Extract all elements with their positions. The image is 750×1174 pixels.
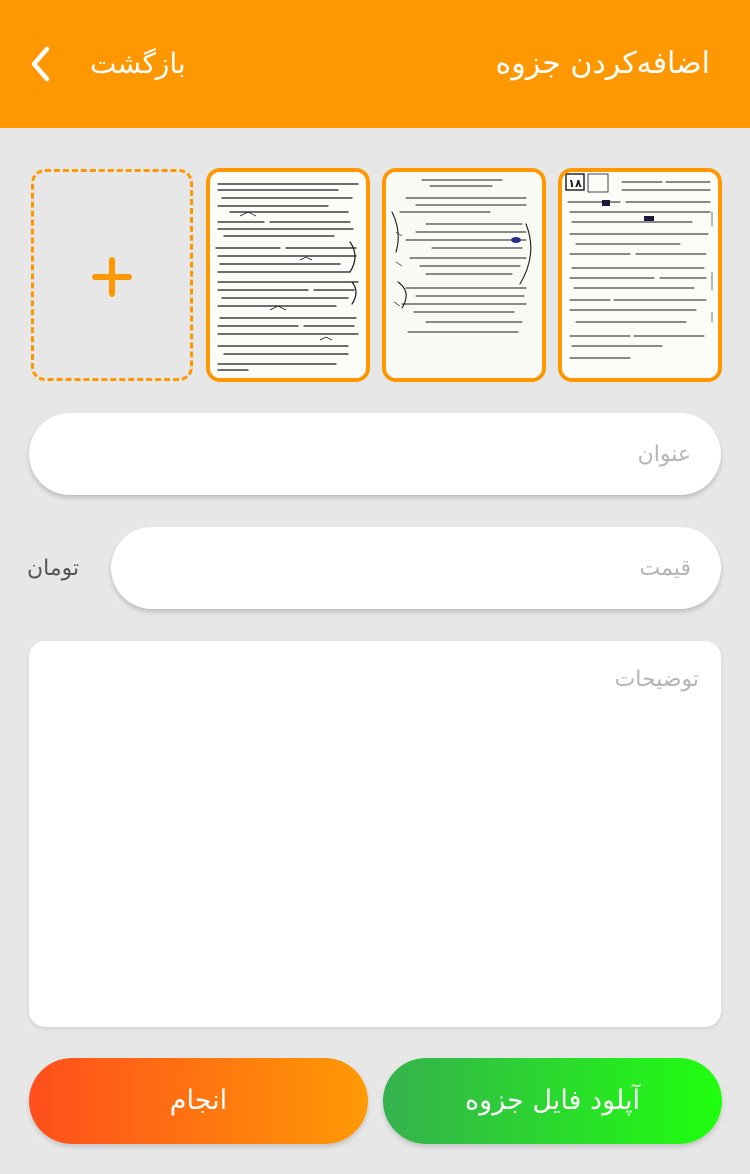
upload-file-button[interactable]: آپلود فایل جزوه [383,1058,722,1144]
notes-page-image [386,172,542,378]
add-image-button[interactable] [31,169,193,381]
notes-page-thumbnail[interactable] [382,168,546,382]
title-input[interactable] [29,413,721,495]
notes-page-thumbnail[interactable]: ۱۸ [558,168,722,382]
title-field-container [29,413,721,495]
chevron-left-icon [30,46,50,82]
description-textarea[interactable] [29,641,721,1027]
app-bar: بازگشت اضافه‌کردن جزوه [0,0,750,128]
page-title: اضافه‌کردن جزوه [495,46,710,81]
notes-page-image [210,172,366,378]
page-number-badge: ۱۸ [568,177,582,190]
back-button[interactable]: بازگشت [30,36,186,92]
notes-page-thumbnail[interactable] [206,168,370,382]
notes-page-image: ۱۸ [562,172,718,378]
price-input[interactable] [111,527,721,609]
currency-label: تومان [27,556,80,581]
description-field-container [29,641,721,1027]
done-button[interactable]: انجام [29,1058,368,1144]
back-label: بازگشت [90,47,186,80]
price-field-container [111,527,721,609]
